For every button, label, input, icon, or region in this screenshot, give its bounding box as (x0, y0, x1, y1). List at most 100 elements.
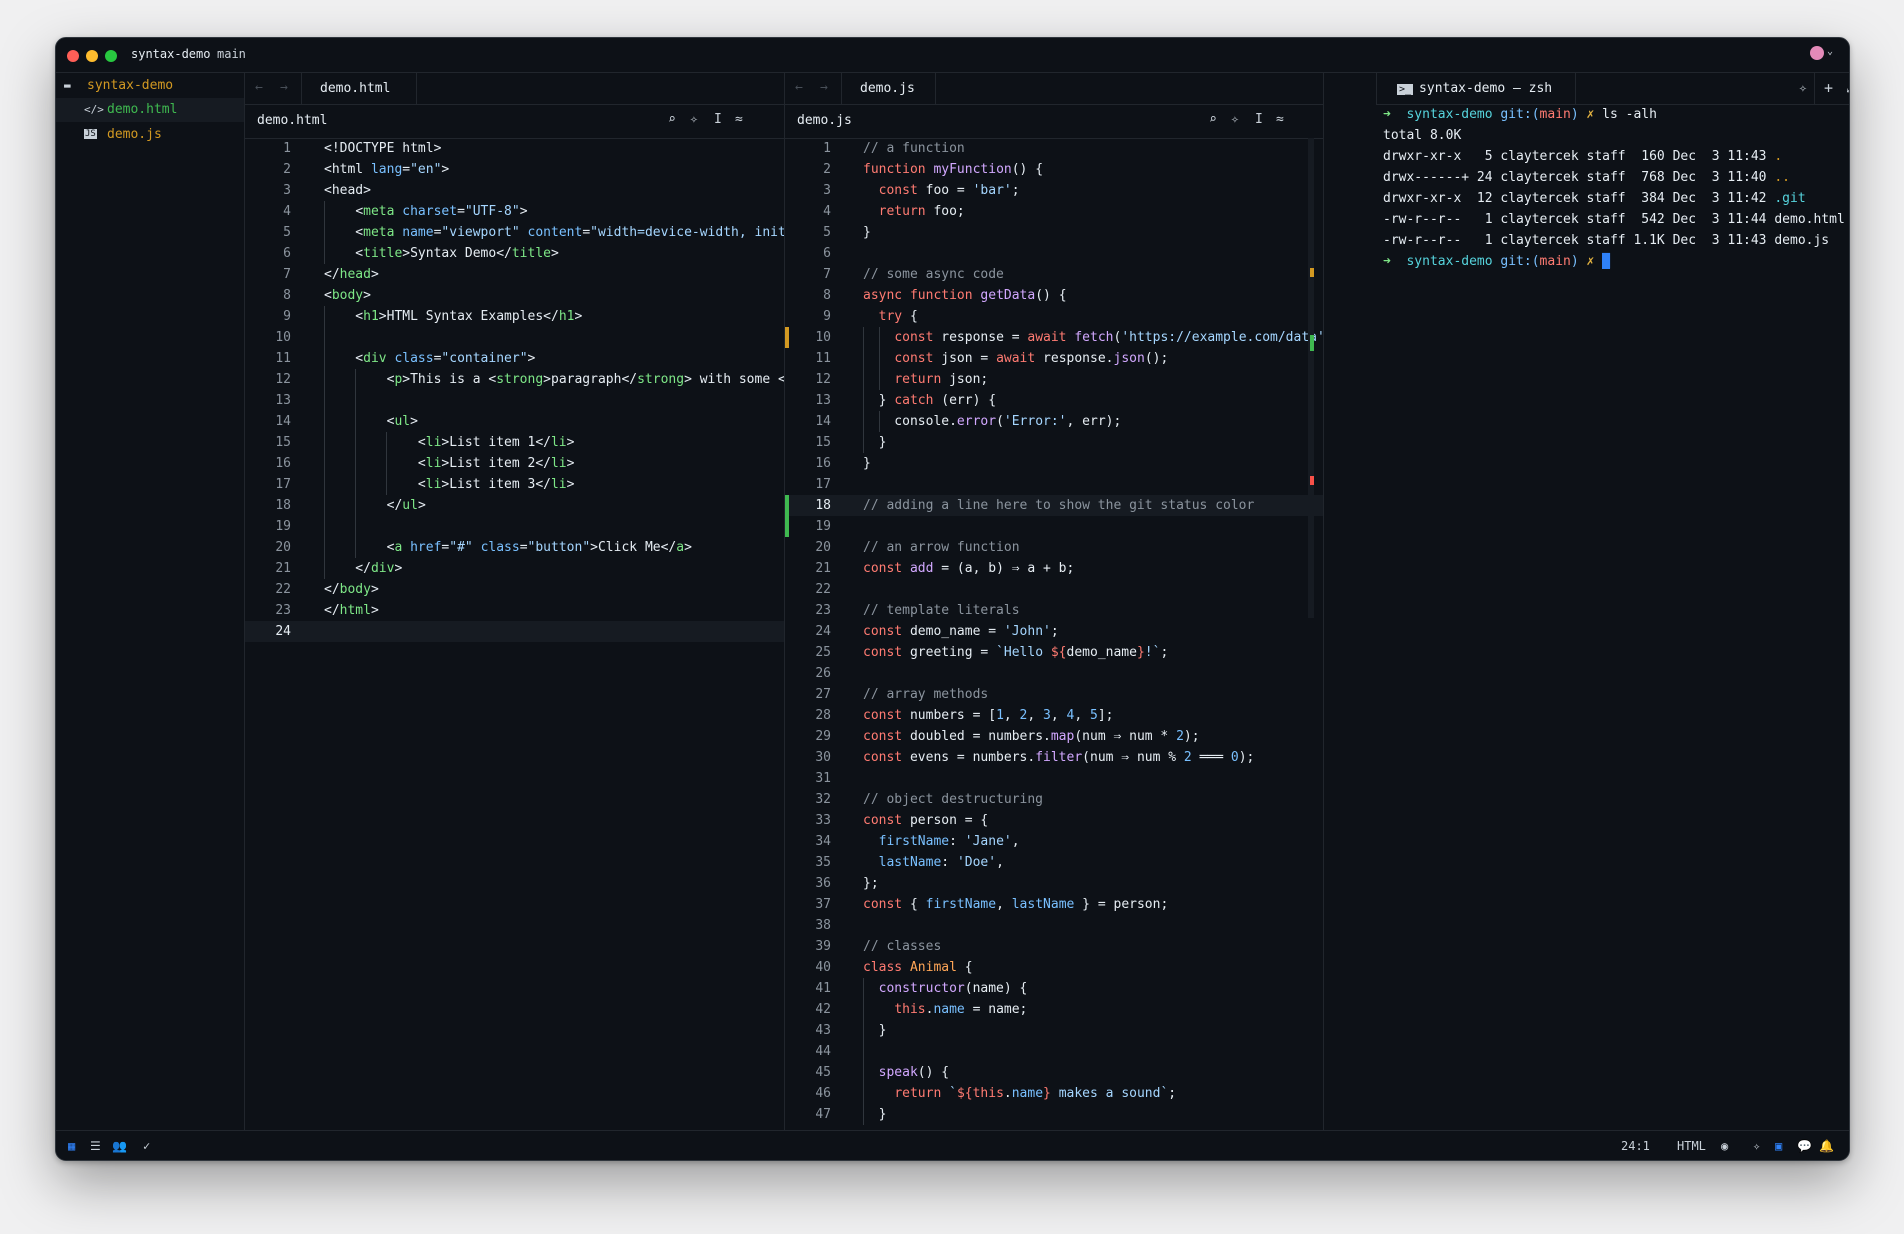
branch-name[interactable]: main (217, 47, 246, 61)
line-number: 25 (815, 645, 831, 660)
line-number: 4 (823, 204, 831, 219)
text-cursor-icon[interactable]: I (714, 112, 722, 127)
terminal-line: ➜ syntax-demo git:(main) ✗ █ (1383, 254, 1610, 269)
sparkle-icon[interactable]: ✧ (1753, 1139, 1760, 1153)
settings-sliders-icon[interactable]: ≈ (735, 112, 743, 127)
code-line: return `${this.name} makes a sound`; (894, 1086, 1177, 1101)
nav-forward-icon[interactable]: → (280, 80, 288, 95)
line-number: 13 (275, 393, 291, 408)
line-number: 11 (275, 351, 291, 366)
chat-icon[interactable]: 💬 (1797, 1139, 1812, 1153)
folder-syntax-demo[interactable]: ▬ syntax-demo (56, 74, 244, 98)
divider (1814, 73, 1815, 104)
close-window-button[interactable] (67, 50, 79, 62)
line-number: 6 (283, 246, 291, 261)
nav-back-icon[interactable]: ← (255, 80, 263, 95)
zoom-window-button[interactable] (105, 50, 117, 62)
editor-pane-js: ← → demo.js demo.js ⌕ ✧ I ≈ 1 // a functi… (785, 73, 1324, 1130)
line-number: 28 (815, 708, 831, 723)
line-number: 16 (815, 456, 831, 471)
line-number: 36 (815, 876, 831, 891)
cursor-position[interactable]: 24:1 (1621, 1139, 1650, 1153)
line-number: 47 (815, 1107, 831, 1122)
code-line: </ul> (324, 498, 426, 513)
code-line: this.name = name; (894, 1002, 1028, 1017)
search-icon[interactable]: ⌕ (668, 112, 676, 127)
panel-toggle-icon[interactable]: ▣ (1775, 1139, 1782, 1153)
line-number: 22 (815, 582, 831, 597)
terminal-tab-label: syntax-demo — zsh (1419, 81, 1553, 96)
line-number: 40 (815, 960, 831, 975)
notification-bell-icon[interactable]: 🔔 (1819, 1139, 1834, 1153)
search-icon[interactable]: ⌕ (1209, 112, 1217, 127)
line-number: 46 (815, 1086, 831, 1101)
line-number: 44 (815, 1044, 831, 1059)
editor-breadcrumb: demo.js ⌕ ✧ I ≈ (785, 104, 1323, 139)
terminal-line: ➜ syntax-demo git:(main) ✗ ls -alh (1383, 107, 1657, 122)
line-number: 27 (815, 687, 831, 702)
line-number: 15 (275, 435, 291, 450)
line-number: 16 (275, 456, 291, 471)
user-avatar[interactable] (1810, 46, 1824, 60)
diagnostics-check-icon[interactable]: ✓ (143, 1139, 150, 1153)
scrollbar[interactable] (1308, 138, 1314, 618)
line-number: 39 (815, 939, 831, 954)
code-line: firstName: 'Jane', (878, 834, 1020, 849)
terminal-output[interactable]: ➜ syntax-demo git:(main) ✗ ls -alh total … (1376, 104, 1849, 1130)
code-editor[interactable]: 1 <!DOCTYPE html> 2 <html lang="en"> 3 <head>… (245, 138, 784, 1130)
file-item-demo-js[interactable]: JS demo.js (56, 123, 244, 147)
collab-icon[interactable]: 👥 (112, 1139, 127, 1153)
sparkle-icon[interactable]: ✧ (1231, 112, 1239, 127)
nav-forward-icon[interactable]: → (820, 80, 828, 95)
minimize-window-button[interactable] (86, 50, 98, 62)
file-label: demo.js (107, 127, 162, 142)
file-label: demo.html (107, 102, 178, 117)
sparkle-icon[interactable]: ✧ (690, 112, 698, 127)
js-file-icon: JS (84, 129, 97, 139)
code-line: <meta name="viewport" content="width=dev… (324, 225, 784, 240)
tab-terminal[interactable]: >_ syntax-demo — zsh (1376, 73, 1576, 104)
outline-icon[interactable]: ☰ (90, 1139, 101, 1153)
sparkle-icon[interactable]: ✧ (1799, 81, 1807, 96)
copilot-icon[interactable]: ◉ (1721, 1139, 1728, 1153)
current-line-highlight (245, 621, 784, 642)
code-line: <title>Syntax Demo</title> (324, 246, 559, 261)
add-terminal-icon[interactable]: + (1824, 79, 1833, 97)
code-line: <div class="container"> (324, 351, 536, 366)
line-number: 8 (823, 288, 831, 303)
line-number: 4 (283, 204, 291, 219)
line-number: 1 (823, 141, 831, 156)
tab-demo-js[interactable]: demo.js (841, 73, 936, 104)
settings-sliders-icon[interactable]: ≈ (1276, 112, 1284, 127)
terminal-line: -rw-r--r-- 1 claytercek staff 1.1K Dec 3… (1383, 233, 1830, 248)
code-line: <li>List item 1</li> (324, 435, 575, 450)
chevron-down-icon[interactable]: ⌄ (1827, 46, 1833, 57)
code-line: constructor(name) { (878, 981, 1028, 996)
maximize-icon[interactable]: ⤢ (1846, 81, 1849, 96)
language-mode[interactable]: HTML (1677, 1139, 1706, 1153)
project-name[interactable]: syntax-demo (131, 47, 210, 61)
code-line: async function getData() { (863, 288, 1067, 303)
code-line: const evens = numbers.filter(num ⇒ num %… (863, 750, 1255, 765)
code-line: <!DOCTYPE html> (324, 141, 442, 156)
line-number: 18 (275, 498, 291, 513)
project-panel-toggle-icon[interactable]: ▦ (68, 1139, 75, 1153)
terminal-panel: >_ syntax-demo — zsh ✧ + ⤢ ➜ syntax-demo … (1376, 73, 1849, 1130)
code-line: </body> (324, 582, 379, 597)
code-line: </div> (324, 561, 403, 576)
text-cursor-icon[interactable]: I (1255, 112, 1263, 127)
terminal-line: -rw-r--r-- 1 claytercek staff 542 Dec 3 … (1383, 212, 1845, 227)
code-line: <p>This is a <strong>paragraph</strong> … (324, 372, 784, 387)
code-editor[interactable]: 1// a function 2 function myFunction() {3 … (785, 138, 1323, 1130)
scrollbar-marker (1310, 335, 1314, 351)
project-panel: ▬ syntax-demo </> demo.html JS demo.js (56, 73, 245, 1130)
nav-back-icon[interactable]: ← (795, 80, 803, 95)
code-line: // an arrow function (863, 540, 1020, 555)
breadcrumb-filename: demo.js (797, 113, 852, 128)
tab-demo-html[interactable]: demo.html (301, 73, 417, 104)
line-number: 2 (283, 162, 291, 177)
terminal-line: drwx------+ 24 claytercek staff 768 Dec … (1383, 170, 1790, 185)
line-number: 23 (815, 603, 831, 618)
file-item-demo-html[interactable]: </> demo.html (56, 98, 244, 122)
tab-bar: ← → demo.js (785, 73, 1323, 105)
